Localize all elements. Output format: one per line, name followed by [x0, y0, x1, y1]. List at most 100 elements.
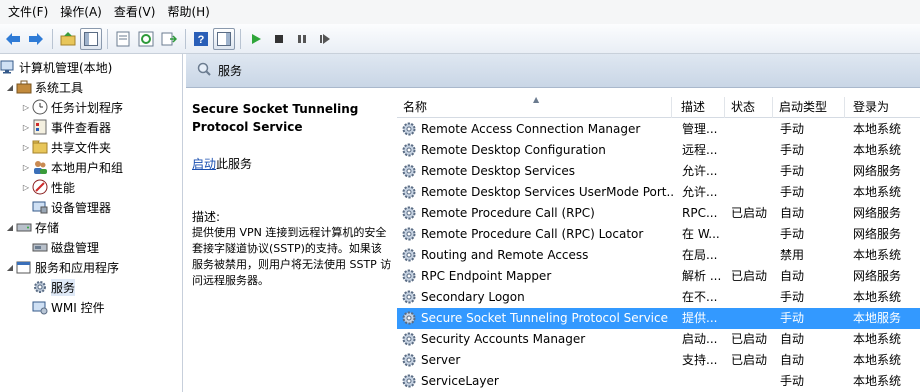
table-row[interactable]: Remote Desktop Services UserMode Port...… — [397, 182, 920, 203]
table-row[interactable]: Remote Procedure Call (RPC) Locator 在 W..… — [397, 224, 920, 245]
storage-icon — [16, 219, 32, 235]
service-logon-as: 网络服务 — [853, 227, 902, 241]
start-service-icon[interactable] — [245, 28, 267, 50]
table-row[interactable]: Remote Access Connection Manager 管理... 手动 本… — [397, 119, 920, 140]
tree-item-computer-management[interactable]: 计算机管理(本地) — [0, 57, 112, 77]
tree-item-local-users-groups[interactable]: ▷ 本地用户和组 — [20, 157, 123, 177]
expanded-arrow-icon[interactable]: ◢ — [4, 263, 16, 272]
export-list-icon[interactable] — [158, 28, 180, 50]
table-row[interactable]: Secondary Logon 在不... 手动 本地系统 — [397, 287, 920, 308]
service-gear-icon — [401, 142, 417, 158]
collapsed-arrow-icon[interactable]: ▷ — [20, 123, 32, 132]
table-row[interactable]: Routing and Remote Access 在局... 禁用 本地系统 — [397, 245, 920, 266]
tree-item-wmi-control[interactable]: WMI 控件 — [32, 297, 105, 317]
tree-label: 服务 — [51, 278, 76, 296]
svg-text:?: ? — [198, 34, 205, 46]
service-gear-icon — [401, 289, 417, 305]
column-header-name[interactable]: 名称 — [397, 97, 672, 118]
expanded-arrow-icon[interactable]: ◢ — [4, 83, 16, 92]
refresh-icon[interactable] — [135, 28, 157, 50]
table-row[interactable]: Remote Procedure Call (RPC) RPC... 已启动 自动 网络… — [397, 203, 920, 224]
service-name: Remote Desktop Services — [421, 164, 576, 178]
service-description: 管理... — [682, 122, 718, 136]
service-gear-icon — [401, 205, 417, 221]
service-status: 已启动 — [731, 269, 768, 283]
service-name: Routing and Remote Access — [421, 248, 589, 262]
toolbar-separator — [107, 28, 108, 49]
collapsed-arrow-icon[interactable]: ▷ — [20, 163, 32, 172]
menu-view[interactable]: 查看(V) — [108, 2, 162, 22]
toolbar: ? — [0, 24, 920, 54]
disk-icon — [32, 239, 48, 255]
menu-help[interactable]: 帮助(H) — [161, 2, 215, 22]
column-header-status[interactable]: 状态 — [725, 97, 773, 118]
tree-item-performance[interactable]: ▷ 性能 — [20, 177, 75, 197]
service-gear-icon — [401, 310, 417, 326]
panel-title: 服务 — [218, 64, 243, 78]
tree-item-services-and-apps[interactable]: ◢ 服务和应用程序 — [4, 257, 119, 277]
users-icon — [32, 159, 48, 175]
show-hide-tree-icon[interactable] — [80, 27, 102, 50]
service-status — [731, 371, 773, 392]
service-name: Remote Access Connection Manager — [421, 122, 641, 136]
table-row[interactable]: Remote Desktop Services 允许... 手动 网络服务 — [397, 161, 920, 182]
service-startup-type: 手动 — [780, 143, 805, 157]
service-description: 提供... — [682, 311, 718, 325]
menu-action[interactable]: 操作(A) — [54, 2, 108, 22]
service-description: 解析 ... — [682, 269, 722, 283]
tree-item-event-viewer[interactable]: ▷ 事件查看器 — [20, 117, 111, 137]
start-service-row: 启动此服务 — [192, 155, 252, 172]
tree-item-system-tools[interactable]: ◢ 系统工具 — [4, 77, 83, 97]
service-gear-icon — [401, 373, 417, 389]
tree-item-disk-management[interactable]: 磁盘管理 — [32, 237, 99, 257]
service-description: RPC... — [682, 206, 718, 220]
toolbar-separator — [240, 28, 241, 49]
table-row[interactable]: Server 支持... 已启动 自动 本地系统 — [397, 350, 920, 371]
table-row[interactable]: Remote Desktop Configuration 远程... 手动 本地系统 — [397, 140, 920, 161]
tree-item-shared-folders[interactable]: ▷ 共享文件夹 — [20, 137, 111, 157]
tree-item-storage[interactable]: ◢ 存储 — [4, 217, 59, 237]
collapsed-arrow-icon[interactable]: ▷ — [20, 183, 32, 192]
up-folder-icon[interactable] — [57, 28, 79, 50]
service-startup-type: 自动 — [780, 269, 805, 283]
expanded-arrow-icon[interactable]: ◢ — [4, 223, 16, 232]
table-row[interactable]: Security Accounts Manager 启动... 已启动 自动 本地系统 — [397, 329, 920, 350]
service-status — [731, 182, 773, 203]
collapsed-arrow-icon[interactable]: ▷ — [20, 103, 32, 112]
service-status: 已启动 — [731, 353, 768, 367]
pause-service-icon[interactable] — [291, 28, 313, 50]
tree-label: 计算机管理(本地) — [19, 60, 113, 75]
collapsed-arrow-icon[interactable]: ▷ — [20, 143, 32, 152]
table-row[interactable]: Secure Socket Tunneling Protocol Service… — [397, 308, 920, 329]
service-status — [731, 308, 773, 329]
start-service-link[interactable]: 启动 — [192, 157, 216, 171]
services-list: ▲ 名称 描述 状态 启动类型 登录为 Remote Access Connec… — [397, 94, 920, 392]
properties-icon[interactable] — [112, 28, 134, 50]
device-manager-icon — [32, 199, 48, 215]
services-panel: 服务 Secure Socket Tunneling Protocol Serv… — [186, 54, 920, 392]
help-icon[interactable]: ? — [190, 28, 212, 50]
services-apps-icon — [16, 259, 32, 275]
toolbar-separator — [52, 28, 53, 49]
service-logon-as: 本地系统 — [853, 374, 902, 388]
column-header-logon-as[interactable]: 登录为 — [847, 97, 920, 118]
stop-service-icon[interactable] — [268, 28, 290, 50]
column-header-description[interactable]: 描述 — [675, 97, 725, 118]
action-pane-icon[interactable] — [213, 27, 235, 50]
menu-file[interactable]: 文件(F) — [2, 2, 54, 22]
table-row[interactable]: RPC Endpoint Mapper 解析 ... 已启动 自动 网络服务 — [397, 266, 920, 287]
column-header-startup-type[interactable]: 启动类型 — [773, 97, 845, 118]
service-status — [731, 245, 773, 266]
forward-arrow-icon[interactable] — [25, 28, 47, 50]
table-row[interactable]: ServiceLayer 手动 本地系统 — [397, 371, 920, 392]
restart-service-icon[interactable] — [314, 28, 336, 50]
tree-item-task-scheduler[interactable]: ▷ 任务计划程序 — [20, 97, 123, 117]
tree-item-device-manager[interactable]: 设备管理器 — [32, 197, 111, 217]
back-arrow-icon[interactable] — [2, 28, 24, 50]
service-description: 远程... — [682, 143, 718, 157]
tree-label: 服务和应用程序 — [35, 260, 120, 275]
service-startup-type: 自动 — [780, 332, 805, 346]
service-logon-as: 网络服务 — [853, 269, 902, 283]
tree-item-services[interactable]: 服务 — [32, 277, 76, 297]
service-gear-icon — [401, 331, 417, 347]
